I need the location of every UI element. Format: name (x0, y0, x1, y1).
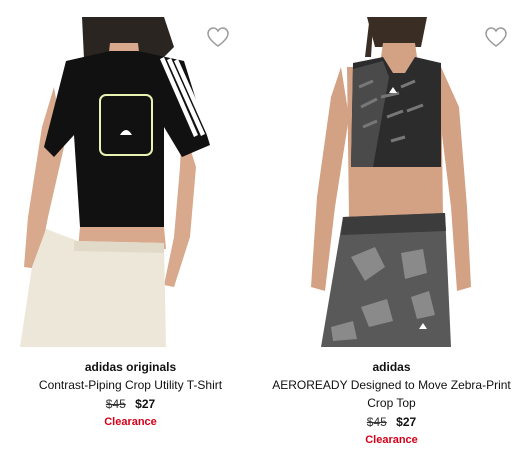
product-name[interactable]: AEROREADY Designed to Move Zebra-Print C… (261, 376, 522, 412)
product-brand[interactable]: adidas (261, 358, 522, 376)
product-info: adidas originals Contrast-Piping Crop Ut… (0, 358, 261, 431)
sale-price: $27 (396, 415, 417, 429)
price-row: $45 $27 (261, 413, 522, 431)
original-price: $45 (366, 415, 387, 429)
product-photo-left (14, 17, 214, 347)
heart-outline-icon (485, 27, 507, 47)
product-image[interactable] (14, 17, 214, 347)
clearance-badge: Clearance (365, 434, 418, 446)
favorite-button[interactable] (484, 26, 508, 48)
original-price: $45 (105, 397, 126, 411)
product-grid: adidas originals Contrast-Piping Crop Ut… (0, 0, 522, 454)
price-row: $45 $27 (0, 395, 261, 413)
product-card[interactable]: adidas originals Contrast-Piping Crop Ut… (0, 0, 261, 454)
product-photo-right (291, 17, 491, 347)
sale-price: $27 (135, 397, 156, 411)
product-name[interactable]: Contrast-Piping Crop Utility T-Shirt (0, 376, 261, 394)
product-brand[interactable]: adidas originals (0, 358, 261, 376)
product-info: adidas AEROREADY Designed to Move Zebra-… (261, 358, 522, 449)
clearance-badge: Clearance (104, 416, 157, 428)
product-image[interactable] (291, 17, 491, 347)
heart-outline-icon (207, 27, 229, 47)
favorite-button[interactable] (206, 26, 230, 48)
product-card[interactable]: adidas AEROREADY Designed to Move Zebra-… (261, 0, 522, 454)
